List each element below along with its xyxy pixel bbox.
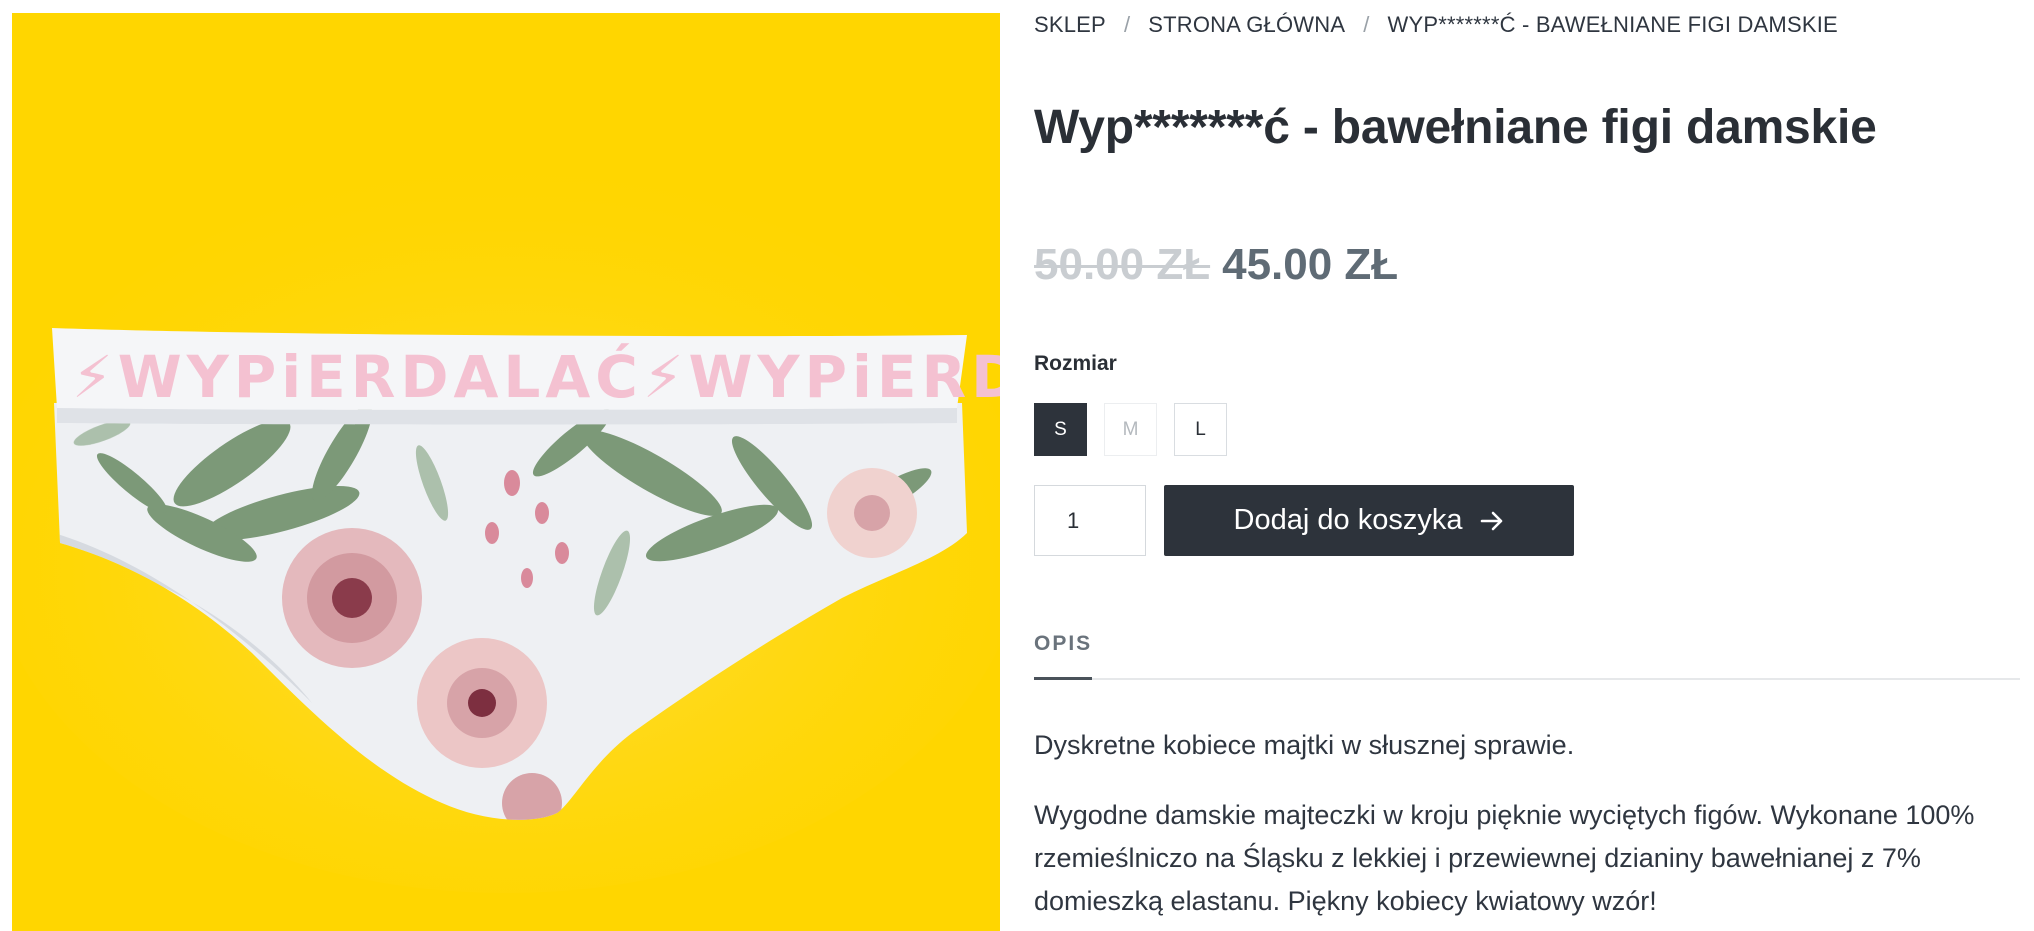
breadcrumb: SKLEP / STRONA GŁÓWNA / WYP*******Ć - BA… [1034,12,1838,38]
add-to-cart-button[interactable]: Dodaj do koszyka [1164,485,1574,556]
size-selector: S M L [1034,403,1244,456]
product-title: Wyp*******ć - bawełniane figi damskie [1034,101,1877,154]
price-old: 50.00 ZŁ [1034,240,1211,289]
arrow-right-icon [1480,510,1504,532]
product-page: ⚡WYPiERDALAĆ⚡WYPiERDALAĆ⚡ SKLEP / STRONA… [0,0,2034,931]
breadcrumb-current: WYP*******Ć - BAWEŁNIANE FIGI DAMSKIE [1387,12,1838,37]
product-image[interactable]: ⚡WYPiERDALAĆ⚡WYPiERDALAĆ⚡ [12,13,1000,931]
product-tabs: OPIS [1034,632,2020,680]
breadcrumb-separator: / [1363,12,1370,37]
breadcrumb-separator: / [1123,12,1131,37]
description-paragraph: Dyskretne kobiece majtki w słusznej spra… [1034,730,1575,760]
waistband-text: ⚡WYPiERDALAĆ⚡WYPiERDALAĆ⚡ [72,342,1000,411]
price-new: 45.00 ZŁ [1222,240,1399,289]
tab-description[interactable]: OPIS [1034,632,1093,680]
add-to-cart-form: Dodaj do koszyka [1034,485,1574,556]
product-price: 50.00 ZŁ 45.00 ZŁ [1034,240,1398,290]
add-to-cart-label: Dodaj do koszyka [1233,504,1463,536]
size-option-l[interactable]: L [1174,403,1227,456]
breadcrumb-home-link[interactable]: STRONA GŁÓWNA [1148,12,1345,38]
quantity-input[interactable] [1034,485,1146,556]
size-option-m[interactable]: M [1104,403,1157,456]
size-label: Rozmiar [1034,352,1117,375]
description-paragraph: Wygodne damskie majteczki w kroju piękni… [1034,800,1975,916]
breadcrumb-shop-link[interactable]: SKLEP [1034,12,1106,38]
size-option-s[interactable]: S [1034,403,1087,456]
product-description: Dyskretne kobiece majtki w słusznej spra… [1034,724,2020,931]
